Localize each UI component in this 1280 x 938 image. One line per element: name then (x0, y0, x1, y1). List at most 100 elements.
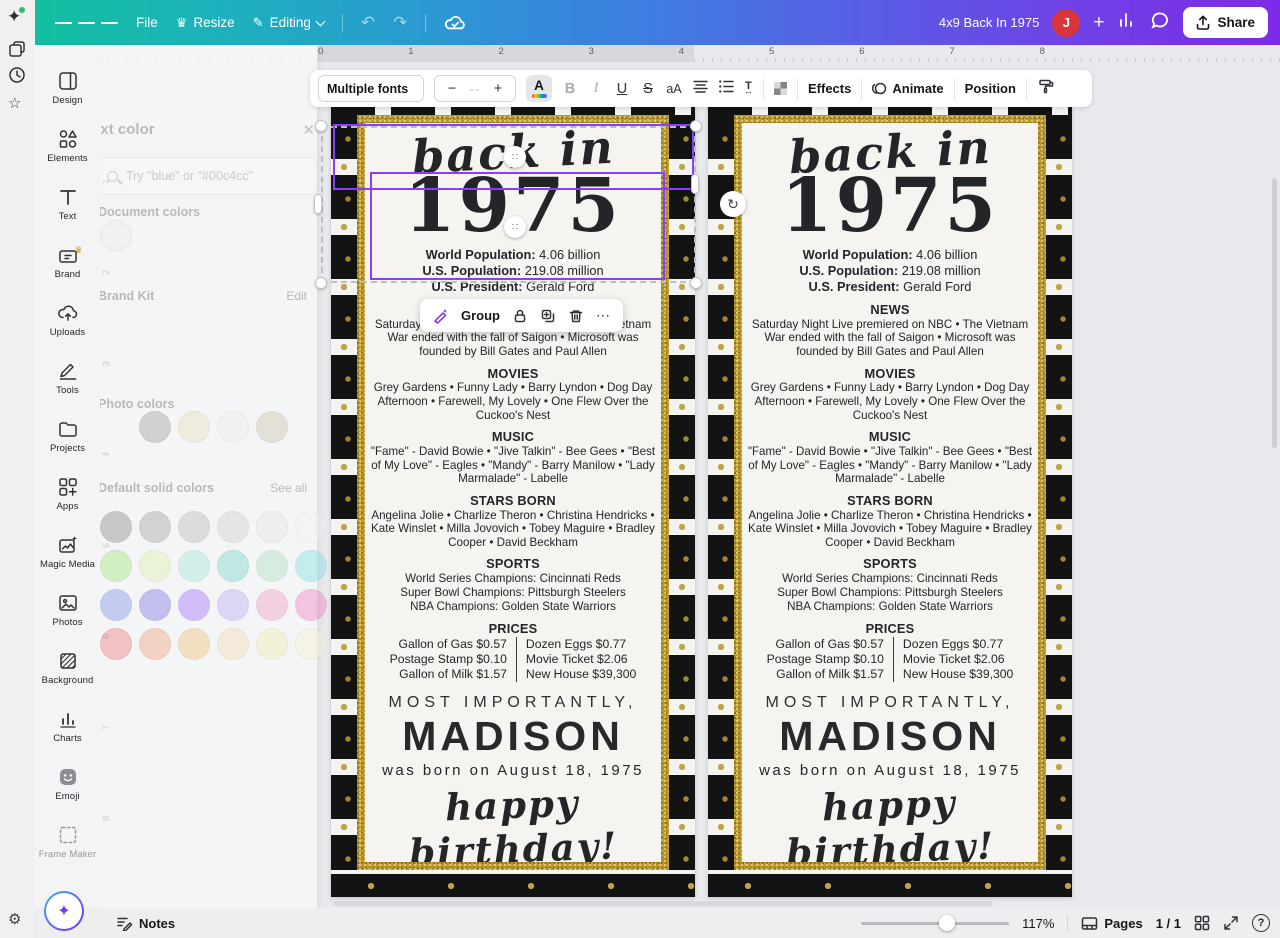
avatar[interactable]: J (1052, 9, 1080, 37)
color-swatch[interactable] (100, 550, 132, 582)
poster-section-stars-born[interactable]: STARS BORNAngelina Jolie • Charlize Ther… (369, 494, 657, 550)
poster-facts[interactable]: World Population: 4.06 billion U.S. Popu… (799, 247, 980, 295)
selection-handle-right-middle[interactable] (691, 174, 699, 194)
color-swatch[interactable] (217, 628, 249, 660)
color-search-box[interactable] (96, 157, 318, 195)
zoom-level[interactable]: 117% (1022, 916, 1054, 931)
fullscreen-icon[interactable] (1223, 915, 1239, 931)
color-swatch[interactable] (139, 411, 171, 443)
sidebar-item-apps[interactable]: Apps (35, 468, 100, 520)
zoom-slider[interactable] (861, 922, 1009, 925)
sidebar-item-projects[interactable]: Projects (35, 410, 100, 462)
sidebar-item-charts[interactable]: Charts (35, 700, 100, 752)
color-swatch[interactable] (217, 511, 249, 543)
color-swatch[interactable] (178, 411, 210, 443)
underline-button[interactable]: U (614, 81, 630, 97)
color-swatch[interactable] (178, 511, 210, 543)
selection-handle-left-middle[interactable] (314, 194, 322, 214)
sidebar-item-tools[interactable]: Tools (35, 352, 100, 404)
see-all-link[interactable]: See all (270, 481, 307, 495)
effects-button[interactable]: Effects (808, 81, 851, 96)
color-swatch[interactable] (217, 550, 249, 582)
recent-clock-icon[interactable] (8, 66, 26, 89)
main-menu-icon[interactable] (55, 19, 118, 27)
lock-icon[interactable] (512, 308, 528, 324)
rotate-handle[interactable]: ↻ (720, 191, 746, 217)
color-swatch[interactable] (178, 550, 210, 582)
redo-button[interactable]: ↷ (393, 13, 407, 33)
poster-section-stars-born[interactable]: STARS BORNAngelina Jolie • Charlize Ther… (746, 494, 1034, 550)
sidebar-item-design[interactable]: Design (35, 62, 100, 114)
close-icon[interactable]: ✕ (302, 121, 315, 139)
editing-mode-dropdown[interactable]: ✎ Editing (253, 15, 324, 30)
sidebar-item-background[interactable]: Background (35, 642, 100, 694)
color-swatch[interactable] (100, 589, 132, 621)
sidebar-item-magic-media[interactable]: Magic Media (35, 526, 100, 578)
resize-menu[interactable]: ♛ Resize (176, 15, 235, 30)
text-color-button[interactable]: A (526, 75, 552, 102)
color-swatch[interactable] (295, 589, 327, 621)
color-swatch[interactable] (139, 628, 171, 660)
add-member-button[interactable]: + (1093, 12, 1104, 34)
color-swatch[interactable] (100, 628, 132, 660)
duplicate-icon[interactable] (540, 308, 556, 324)
insights-chart-icon[interactable] (1117, 11, 1137, 34)
poster-section-movies[interactable]: MOVIESGrey Gardens • Funny Lady • Barry … (369, 367, 657, 423)
text-case-button[interactable]: aA (666, 82, 682, 96)
color-swatch[interactable] (139, 550, 171, 582)
canva-logo-icon[interactable]: ✦ (7, 7, 21, 27)
sidebar-item-photos[interactable]: Photos (35, 584, 100, 636)
undo-button[interactable]: ↶ (361, 13, 375, 33)
assistant-sparkle-button[interactable]: ✦ (44, 891, 84, 931)
poster-section-prices[interactable]: PRICES Gallon of Gas $0.57 Postage Stamp… (390, 621, 637, 682)
poster-name[interactable]: MADISON (779, 713, 1001, 760)
sidebar-item-brand[interactable]: ♛ Brand (35, 236, 100, 288)
poster-year[interactable]: 1975 (781, 175, 999, 238)
poster-name[interactable]: MADISON (402, 713, 624, 760)
color-swatch[interactable] (217, 411, 249, 443)
poster-most-importantly[interactable]: MOST IMPORTANTLY, (766, 694, 1015, 712)
sidebar-item-text[interactable]: Text (35, 178, 100, 230)
color-swatch[interactable] (139, 589, 171, 621)
starred-icon[interactable]: ☆ (8, 94, 21, 112)
list-button[interactable] (718, 80, 734, 97)
brand-kit-edit-link[interactable]: Edit (286, 289, 307, 303)
poster-facts[interactable]: World Population: 4.06 billion U.S. Popu… (422, 247, 603, 295)
position-button[interactable]: Position (965, 81, 1016, 96)
color-swatch[interactable] (100, 511, 132, 543)
bold-button[interactable]: B (562, 81, 578, 97)
poster-most-importantly[interactable]: MOST IMPORTANTLY, (389, 694, 638, 712)
sidebar-item-frame-maker[interactable]: Frame Maker (35, 816, 100, 868)
help-icon[interactable]: ? (1252, 914, 1270, 932)
font-size-increase-button[interactable]: + (490, 81, 506, 97)
selection-handle-bottom-right[interactable] (690, 277, 702, 289)
delete-icon[interactable] (568, 308, 584, 324)
notes-button[interactable]: Notes (116, 916, 175, 931)
poster-section-prices[interactable]: PRICES Gallon of Gas $0.57 Postage Stamp… (767, 621, 1014, 682)
grid-view-icon[interactable] (1194, 915, 1210, 931)
italic-button[interactable]: I (588, 80, 604, 97)
poster-section-sports[interactable]: SPORTSWorld Series Champions: Cincinnati… (400, 557, 626, 613)
font-size-value[interactable]: -- (470, 82, 480, 96)
color-swatch[interactable] (256, 589, 288, 621)
vertical-scrollbar[interactable] (1272, 178, 1277, 448)
poster-born-line[interactable]: was born on August 18, 1975 (759, 762, 1021, 779)
color-swatch[interactable] (178, 628, 210, 660)
poster-script-footer[interactable]: happy birthday! (745, 778, 1036, 862)
share-button[interactable]: Share (1183, 7, 1268, 38)
magic-edit-icon[interactable] (432, 307, 449, 324)
animate-button[interactable]: Animate (872, 81, 943, 96)
file-menu[interactable]: File (136, 15, 158, 30)
paint-roller-icon[interactable] (1037, 79, 1054, 98)
poster-script-heading[interactable]: back in (787, 123, 992, 184)
poster-section-news[interactable]: NEWSSaturday Night Live premiered on NBC… (746, 303, 1034, 359)
zoom-slider-knob[interactable] (939, 915, 955, 931)
color-swatch[interactable] (256, 411, 288, 443)
horizontal-scrollbar[interactable] (333, 901, 993, 906)
poster-section-sports[interactable]: SPORTSWorld Series Champions: Cincinnati… (777, 557, 1003, 613)
strikethrough-button[interactable]: S (640, 81, 656, 97)
settings-gear-icon[interactable]: ⚙ (8, 910, 21, 928)
color-swatch[interactable] (295, 550, 327, 582)
poster-script-footer[interactable]: happy birthday! (368, 778, 659, 862)
color-swatch[interactable] (217, 589, 249, 621)
